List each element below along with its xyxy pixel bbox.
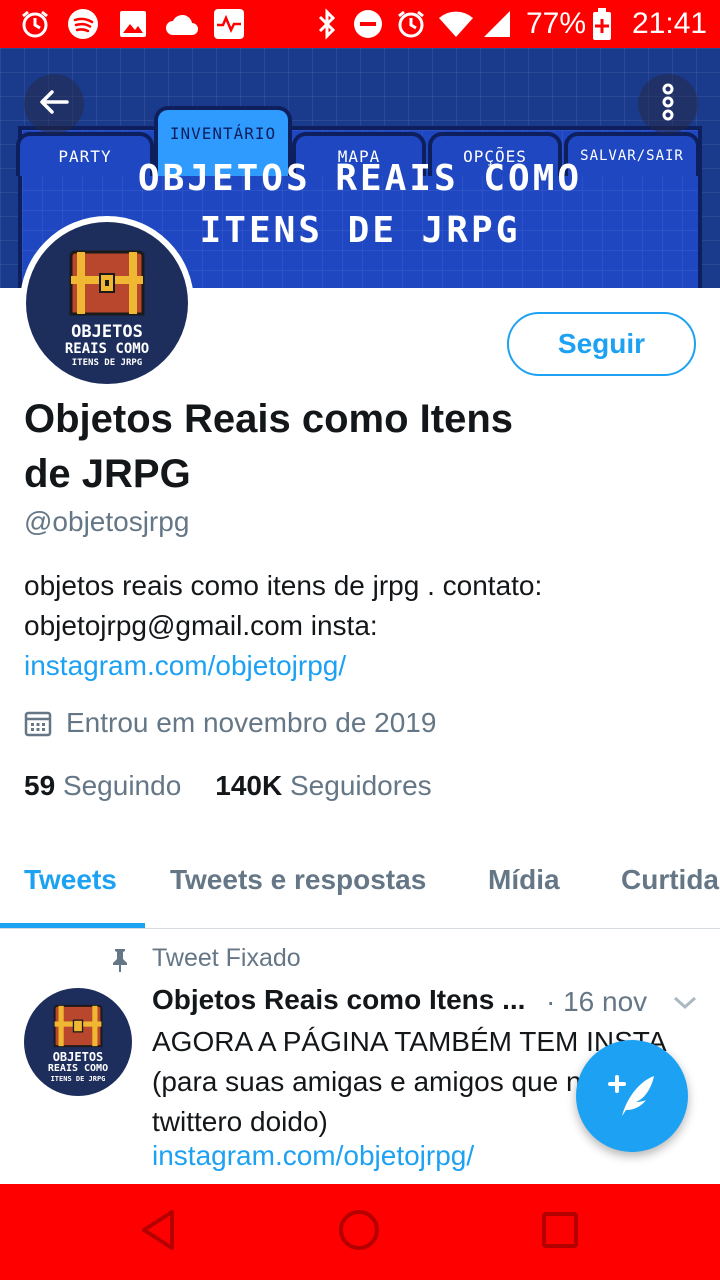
joined-date: Entrou em novembro de 2019 <box>24 707 436 739</box>
avatar-text-line1: OBJETOS <box>71 322 143 342</box>
signal-icon <box>480 8 514 40</box>
tweet-avatar-text-line3: ITENS DE JRPG <box>50 1075 106 1083</box>
joined-text: Entrou em novembro de 2019 <box>66 707 437 738</box>
activity-icon <box>212 8 246 40</box>
navigation-bar <box>0 1184 720 1280</box>
tweet-avatar-text-line1: OBJETOS <box>52 1050 104 1064</box>
avatar-text-line2: REAIS COMO <box>64 341 150 357</box>
avatar-image: OBJETOS REAIS COMO ITENS DE JRPG <box>26 222 188 384</box>
tab-tweets-and-replies[interactable]: Tweets e respostas <box>170 864 426 896</box>
tweet-avatar[interactable]: OBJETOS REAIS COMO ITENS DE JRPG <box>24 988 132 1096</box>
treasure-chest-icon <box>69 250 145 316</box>
followers-label: Seguidores <box>290 770 432 801</box>
calendar-icon <box>24 709 52 737</box>
tab-media[interactable]: Mídia <box>488 864 560 896</box>
following-link[interactable]: 59 Seguindo <box>24 770 181 802</box>
tweet-link[interactable]: instagram.com/objetojrpg/ <box>152 1140 474 1172</box>
compose-tweet-button[interactable] <box>576 1040 688 1152</box>
following-label: Seguindo <box>62 770 182 801</box>
square-recents-icon <box>540 1210 580 1255</box>
banner-title-line1: OBJETOS REAIS COMO <box>137 158 583 199</box>
profile-stats: 59 Seguindo 140K Seguidores <box>24 770 432 802</box>
battery-percent: 77% <box>526 7 587 40</box>
battery-icon <box>590 8 614 40</box>
spotify-icon <box>66 8 100 40</box>
profile-avatar[interactable]: OBJETOS REAIS COMO ITENS DE JRPG <box>20 216 194 390</box>
avatar-text-line3: ITENS DE JRPG <box>71 358 143 368</box>
nav-home-button[interactable] <box>329 1202 389 1262</box>
dnd-icon <box>352 8 384 40</box>
status-bar: 77% 21:41 <box>0 0 720 48</box>
profile-bio: objetos reais como itens de jrpg . conta… <box>24 566 684 686</box>
treasure-chest-icon <box>53 1004 103 1048</box>
followers-count: 140K <box>215 770 283 801</box>
nav-back-button[interactable] <box>128 1202 188 1262</box>
alarm-icon <box>18 8 52 40</box>
profile-tabs: Tweets Tweets e respostas Mídia Curtidas <box>0 850 720 929</box>
profile-name: Objetos Reais como Itens de JRPG <box>24 392 564 502</box>
profile-name-line1: Objetos Reais como Itens <box>24 397 514 441</box>
back-button[interactable] <box>24 74 84 134</box>
following-count: 59 <box>24 770 56 801</box>
clock: 21:41 <box>632 7 708 40</box>
profile-handle: @objetosjrpg <box>24 506 190 537</box>
image-icon <box>116 8 150 40</box>
triangle-back-icon <box>138 1208 178 1257</box>
wifi-icon <box>438 8 474 40</box>
followers-link[interactable]: 140K Seguidores <box>215 770 431 802</box>
tweet-avatar-text-line2: REAIS COMO <box>47 1063 109 1074</box>
tweet-date: · 16 nov <box>546 986 648 1017</box>
nav-recents-button[interactable] <box>530 1202 590 1262</box>
tab-likes[interactable]: Curtidas <box>621 864 720 896</box>
pin-icon <box>110 948 130 977</box>
bluetooth-icon <box>314 8 340 40</box>
tab-indicator <box>0 923 145 928</box>
bio-text: objetos reais como itens de jrpg . conta… <box>24 570 543 641</box>
bio-link[interactable]: instagram.com/objetojrpg/ <box>24 650 346 681</box>
circle-home-icon <box>337 1208 381 1257</box>
tab-tweets[interactable]: Tweets <box>24 864 117 896</box>
follow-button[interactable]: Seguir <box>507 312 696 376</box>
more-options-button[interactable] <box>638 74 698 134</box>
alarm-icon <box>394 8 428 40</box>
profile-name-line2: de JRPG <box>24 452 191 496</box>
arrow-left-icon <box>37 85 71 124</box>
compose-feather-icon <box>604 1066 660 1127</box>
cloud-icon <box>164 8 200 40</box>
pinned-label: Tweet Fixado <box>152 944 301 972</box>
more-vertical-icon <box>658 82 678 127</box>
tweet-author[interactable]: Objetos Reais como Itens ... <box>152 984 532 1016</box>
chevron-down-icon[interactable] <box>672 994 698 1017</box>
